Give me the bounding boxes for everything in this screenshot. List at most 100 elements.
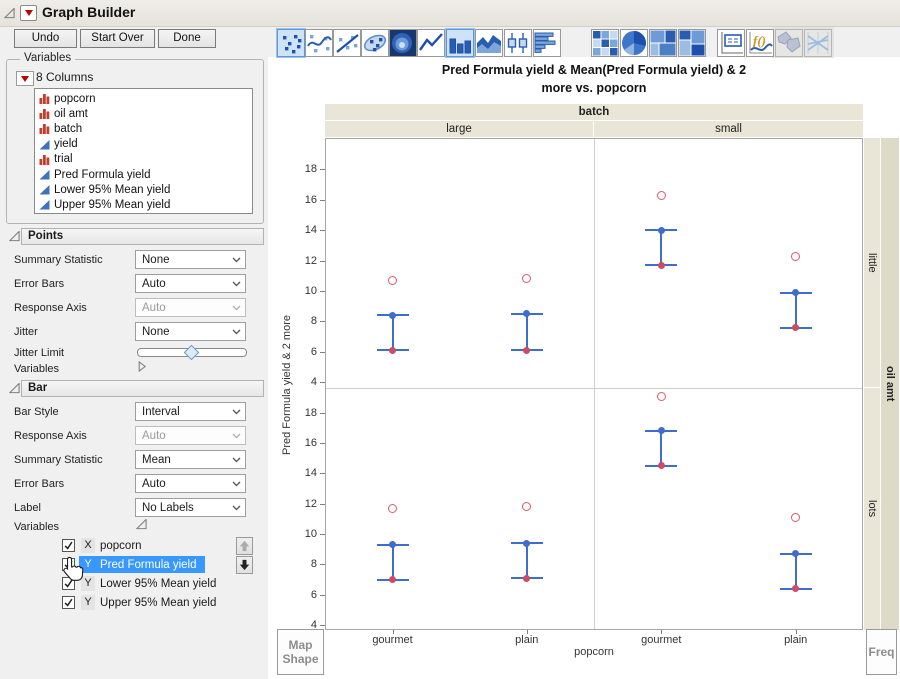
upper-mean-dot	[658, 227, 665, 234]
column-item-yield[interactable]: yield	[35, 137, 252, 152]
jitter-label: Jitter	[14, 326, 38, 338]
pred-point-circle	[388, 504, 397, 513]
role-badge: X	[81, 538, 95, 553]
x-tick-label: plain	[761, 634, 831, 646]
bar-icon[interactable]	[446, 29, 474, 57]
contour-icon[interactable]	[389, 29, 417, 57]
bar-disclosure-icon[interactable]	[9, 383, 20, 394]
chevron-down-icon	[232, 326, 241, 338]
column-item-trial[interactable]: trial	[35, 152, 252, 167]
freq-drop-zone[interactable]: Freq	[866, 629, 897, 675]
chevron-down-icon	[232, 478, 241, 490]
bar-style-dropdown[interactable]: Interval	[135, 402, 246, 421]
box-plot-icon[interactable]	[504, 29, 532, 57]
assignment-label: Pred Formula yield	[100, 559, 197, 571]
nominal-column-icon	[39, 123, 50, 134]
error-bars-dropdown[interactable]: Auto	[135, 474, 246, 493]
chevron-down-icon	[232, 302, 241, 314]
bar-variables-expander-icon[interactable]	[136, 519, 147, 530]
y-tick-mark	[320, 564, 325, 565]
column-item-oil-amt[interactable]: oil amt	[35, 106, 252, 121]
pie-icon[interactable]	[620, 29, 648, 57]
y-tick-mark	[320, 200, 325, 201]
checkmark-icon	[63, 540, 74, 551]
column-item-pred-formula-yield[interactable]: Pred Formula yield	[35, 167, 252, 182]
move-up-button[interactable]	[236, 537, 253, 555]
points-section-header[interactable]: Points	[21, 228, 264, 245]
assignment-row-lower-95-mean-yield[interactable]: YLower 95% Mean yield	[62, 575, 224, 592]
response-axis-value: Auto	[142, 430, 166, 442]
chart-title-line1: Pred Formula yield & Mean(Pred Formula y…	[300, 63, 888, 77]
points-section-title: Points	[28, 230, 63, 242]
treemap-icon[interactable]	[649, 29, 677, 57]
label-dropdown[interactable]: No Labels	[135, 498, 246, 517]
line-of-fit-icon[interactable]	[333, 29, 361, 57]
column-item-popcorn[interactable]: popcorn	[35, 91, 252, 106]
column-item-label: yield	[54, 138, 78, 150]
response-axis-dropdown: Auto	[135, 426, 246, 445]
pred-point-circle	[657, 191, 666, 200]
points-icon[interactable]	[277, 29, 305, 57]
column-item-upper-95-mean-yield[interactable]: Upper 95% Mean yield	[35, 197, 252, 212]
variables-groupbox-label: Variables	[20, 52, 75, 64]
summary-statistic-label: Summary Statistic	[14, 254, 103, 266]
chevron-down-icon	[232, 254, 241, 266]
assignment-row-upper-95-mean-yield[interactable]: Y Upper 95% Mean yield	[62, 594, 224, 611]
points-variables-expander-icon[interactable]	[136, 361, 147, 372]
y-tick-label: 18	[295, 163, 317, 175]
summary-statistic-value: Mean	[142, 454, 171, 466]
mosaic-icon[interactable]	[678, 29, 706, 57]
columns-listbox[interactable]: popcornoil amt batch yield trialPred Formul…	[34, 88, 253, 214]
done-button[interactable]: Done	[158, 29, 216, 48]
formula-icon[interactable]: f()	[746, 29, 774, 57]
jitter-dropdown[interactable]: None	[135, 322, 246, 341]
summary-statistic-dropdown[interactable]: Mean	[135, 450, 246, 469]
ellipse-icon[interactable]	[361, 29, 389, 57]
summary-statistic-dropdown[interactable]: None	[135, 250, 246, 269]
y-tick-mark	[320, 504, 325, 505]
x-tick-label: gourmet	[358, 634, 428, 646]
columns-red-triangle-button[interactable]	[16, 71, 34, 86]
undo-button[interactable]: Undo	[14, 29, 77, 48]
assignment-label: popcorn	[100, 540, 142, 552]
y-tick-label: 6	[295, 589, 317, 601]
error-bars-dropdown[interactable]: Auto	[135, 274, 246, 293]
line-icon[interactable]	[417, 29, 445, 57]
histogram-icon[interactable]	[533, 29, 561, 57]
assignment-row-popcorn[interactable]: Xpopcorn	[62, 537, 150, 554]
nominal-column-icon	[39, 93, 50, 104]
area-icon[interactable]	[475, 29, 503, 57]
column-item-label: batch	[54, 123, 82, 135]
y-tick-mark	[320, 473, 325, 474]
red-triangle-menu-button[interactable]	[20, 5, 37, 21]
move-down-button[interactable]	[236, 556, 253, 574]
assignment-label: Upper 95% Mean yield	[100, 597, 216, 609]
response-axis-label: Response Axis	[14, 430, 87, 442]
assignment-checkbox[interactable]	[62, 539, 75, 552]
column-level-large: large	[325, 121, 593, 137]
jitter-limit-label: Jitter Limit	[14, 347, 64, 359]
y-tick-label: 4	[295, 376, 317, 388]
role-badge: Y	[81, 595, 95, 610]
heatmap-icon[interactable]	[591, 29, 619, 57]
summary-statistic-value: None	[142, 254, 170, 266]
collapse-triangle-icon[interactable]	[4, 8, 15, 19]
interval-stem	[795, 554, 797, 589]
assignment-checkbox[interactable]	[62, 596, 75, 609]
points-disclosure-icon[interactable]	[9, 231, 20, 242]
error-bars-label: Error Bars	[14, 278, 64, 290]
y-tick-label: 10	[295, 285, 317, 297]
caption-box-icon[interactable]	[717, 29, 745, 57]
points-variables-label: Variables	[14, 363, 59, 375]
map-shape-drop-zone[interactable]: Map Shape	[277, 629, 324, 675]
bar-section-header[interactable]: Bar	[21, 380, 264, 397]
error-bars-value: Auto	[142, 278, 166, 290]
y-tick-mark	[320, 321, 325, 322]
start-over-button[interactable]: Start Over	[80, 29, 155, 48]
smoother-icon[interactable]	[305, 29, 333, 57]
y-tick-mark	[320, 625, 325, 626]
column-item-lower-95-mean-yield[interactable]: Lower 95% Mean yield	[35, 182, 252, 197]
y-axis-label: Pred Formula yield & 2 more	[280, 150, 294, 620]
column-item-batch[interactable]: batch	[35, 121, 252, 136]
bar-variables-label: Variables	[14, 521, 59, 533]
